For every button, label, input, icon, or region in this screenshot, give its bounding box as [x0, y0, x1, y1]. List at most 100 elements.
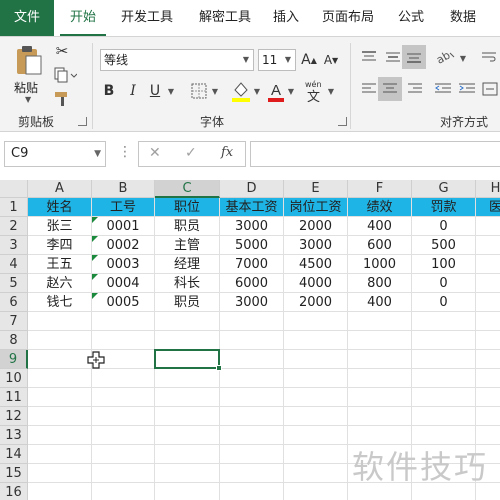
cell-f4[interactable]: 1000	[348, 255, 412, 274]
cell-g4[interactable]: 100	[412, 255, 476, 274]
cell-d2[interactable]: 3000	[220, 217, 284, 236]
cell-d16[interactable]	[220, 483, 284, 500]
cell-d6[interactable]: 3000	[220, 293, 284, 312]
cell-b7[interactable]	[92, 312, 155, 331]
fill-color-dropdown[interactable]: ▼	[252, 83, 262, 99]
cell-b11[interactable]	[92, 388, 155, 407]
phonetic-dropdown[interactable]: ▼	[326, 83, 336, 99]
font-size-select[interactable]: 11 ▼	[258, 49, 296, 71]
cell-c14[interactable]	[155, 445, 220, 464]
cell-f11[interactable]	[348, 388, 412, 407]
cell-b15[interactable]	[92, 464, 155, 483]
fill-handle[interactable]	[216, 365, 222, 371]
row-header-7[interactable]: 7	[0, 312, 28, 331]
enter-icon[interactable]: ✓	[185, 145, 197, 161]
cell-d9[interactable]	[220, 350, 284, 369]
align-right-button[interactable]	[404, 79, 426, 99]
cell-h7[interactable]	[476, 312, 500, 331]
borders-dropdown[interactable]: ▼	[210, 83, 220, 99]
cell-a12[interactable]	[28, 407, 92, 426]
cell-g1[interactable]: 罚款	[412, 198, 476, 217]
cell-f8[interactable]	[348, 331, 412, 350]
cell-a9[interactable]	[28, 350, 92, 369]
cell-g5[interactable]: 0	[412, 274, 476, 293]
decrease-font-size-icon[interactable]: A ▼	[322, 50, 340, 70]
cell-d13[interactable]	[220, 426, 284, 445]
cell-a2[interactable]: 张三	[28, 217, 92, 236]
cell-b14[interactable]	[92, 445, 155, 464]
cell-b16[interactable]	[92, 483, 155, 500]
tab-formulas[interactable]: 公式	[392, 0, 430, 36]
cell-c1[interactable]: 职位	[155, 198, 220, 217]
cell-h1[interactable]: 医	[476, 198, 500, 217]
row-header-6[interactable]: 6	[0, 293, 28, 312]
cell-a5[interactable]: 赵六	[28, 274, 92, 293]
middle-align-button[interactable]	[382, 47, 404, 67]
cell-f2[interactable]: 400	[348, 217, 412, 236]
cell-f7[interactable]	[348, 312, 412, 331]
cell-h9[interactable]	[476, 350, 500, 369]
cell-a8[interactable]	[28, 331, 92, 350]
cell-f12[interactable]	[348, 407, 412, 426]
cell-h8[interactable]	[476, 331, 500, 350]
cell-c13[interactable]	[155, 426, 220, 445]
cell-h3[interactable]: 5	[476, 236, 500, 255]
italic-button[interactable]: I	[124, 81, 142, 101]
tab-file[interactable]: 文件	[0, 0, 54, 36]
cell-a3[interactable]: 李四	[28, 236, 92, 255]
cell-f3[interactable]: 600	[348, 236, 412, 255]
cell-e16[interactable]	[284, 483, 348, 500]
cell-d8[interactable]	[220, 331, 284, 350]
cell-h5[interactable]: 5	[476, 274, 500, 293]
formula-input[interactable]	[250, 141, 500, 167]
underline-button[interactable]: U	[146, 81, 164, 101]
cell-g9[interactable]	[412, 350, 476, 369]
cell-a7[interactable]	[28, 312, 92, 331]
align-center-button[interactable]	[378, 77, 402, 101]
merge-center-button[interactable]	[480, 79, 500, 99]
insert-function-icon[interactable]: fx	[221, 145, 233, 160]
cell-d1[interactable]: 基本工资	[220, 198, 284, 217]
font-launcher[interactable]	[338, 117, 347, 126]
cell-e3[interactable]: 3000	[284, 236, 348, 255]
cell-e5[interactable]: 4000	[284, 274, 348, 293]
copy-button[interactable]	[52, 65, 78, 85]
cell-c3[interactable]: 主管	[155, 236, 220, 255]
more-options-icon[interactable]: ⋮	[118, 144, 132, 160]
orientation-dropdown[interactable]: ▼	[458, 51, 468, 65]
tab-insert[interactable]: 插入	[266, 0, 306, 36]
row-header-13[interactable]: 13	[0, 426, 28, 445]
tab-page-layout[interactable]: 页面布局	[318, 0, 378, 36]
orientation-button[interactable]: ab	[434, 47, 458, 67]
cell-a1[interactable]: 姓名	[28, 198, 92, 217]
clipboard-launcher[interactable]	[78, 117, 87, 126]
cell-c16[interactable]	[155, 483, 220, 500]
cell-g11[interactable]	[412, 388, 476, 407]
cell-e6[interactable]: 2000	[284, 293, 348, 312]
underline-dropdown[interactable]: ▼	[166, 83, 176, 99]
borders-button[interactable]	[188, 81, 210, 101]
cell-h11[interactable]	[476, 388, 500, 407]
cell-a11[interactable]	[28, 388, 92, 407]
cell-h4[interactable]: 5	[476, 255, 500, 274]
column-header-h[interactable]: H	[476, 180, 500, 198]
row-header-3[interactable]: 3	[0, 236, 28, 255]
cell-a6[interactable]: 钱七	[28, 293, 92, 312]
row-header-11[interactable]: 11	[0, 388, 28, 407]
cell-c7[interactable]	[155, 312, 220, 331]
cell-d4[interactable]: 7000	[220, 255, 284, 274]
cell-e15[interactable]	[284, 464, 348, 483]
top-align-button[interactable]	[358, 47, 380, 67]
row-header-12[interactable]: 12	[0, 407, 28, 426]
cell-g10[interactable]	[412, 369, 476, 388]
row-header-8[interactable]: 8	[0, 331, 28, 350]
decrease-indent-button[interactable]	[432, 79, 454, 99]
paste-button[interactable]	[12, 43, 46, 77]
tab-data[interactable]: 数据	[444, 0, 482, 36]
select-all-corner[interactable]	[0, 180, 28, 198]
cell-f6[interactable]: 400	[348, 293, 412, 312]
cell-f1[interactable]: 绩效	[348, 198, 412, 217]
cell-c11[interactable]	[155, 388, 220, 407]
row-header-4[interactable]: 4	[0, 255, 28, 274]
cell-a4[interactable]: 王五	[28, 255, 92, 274]
